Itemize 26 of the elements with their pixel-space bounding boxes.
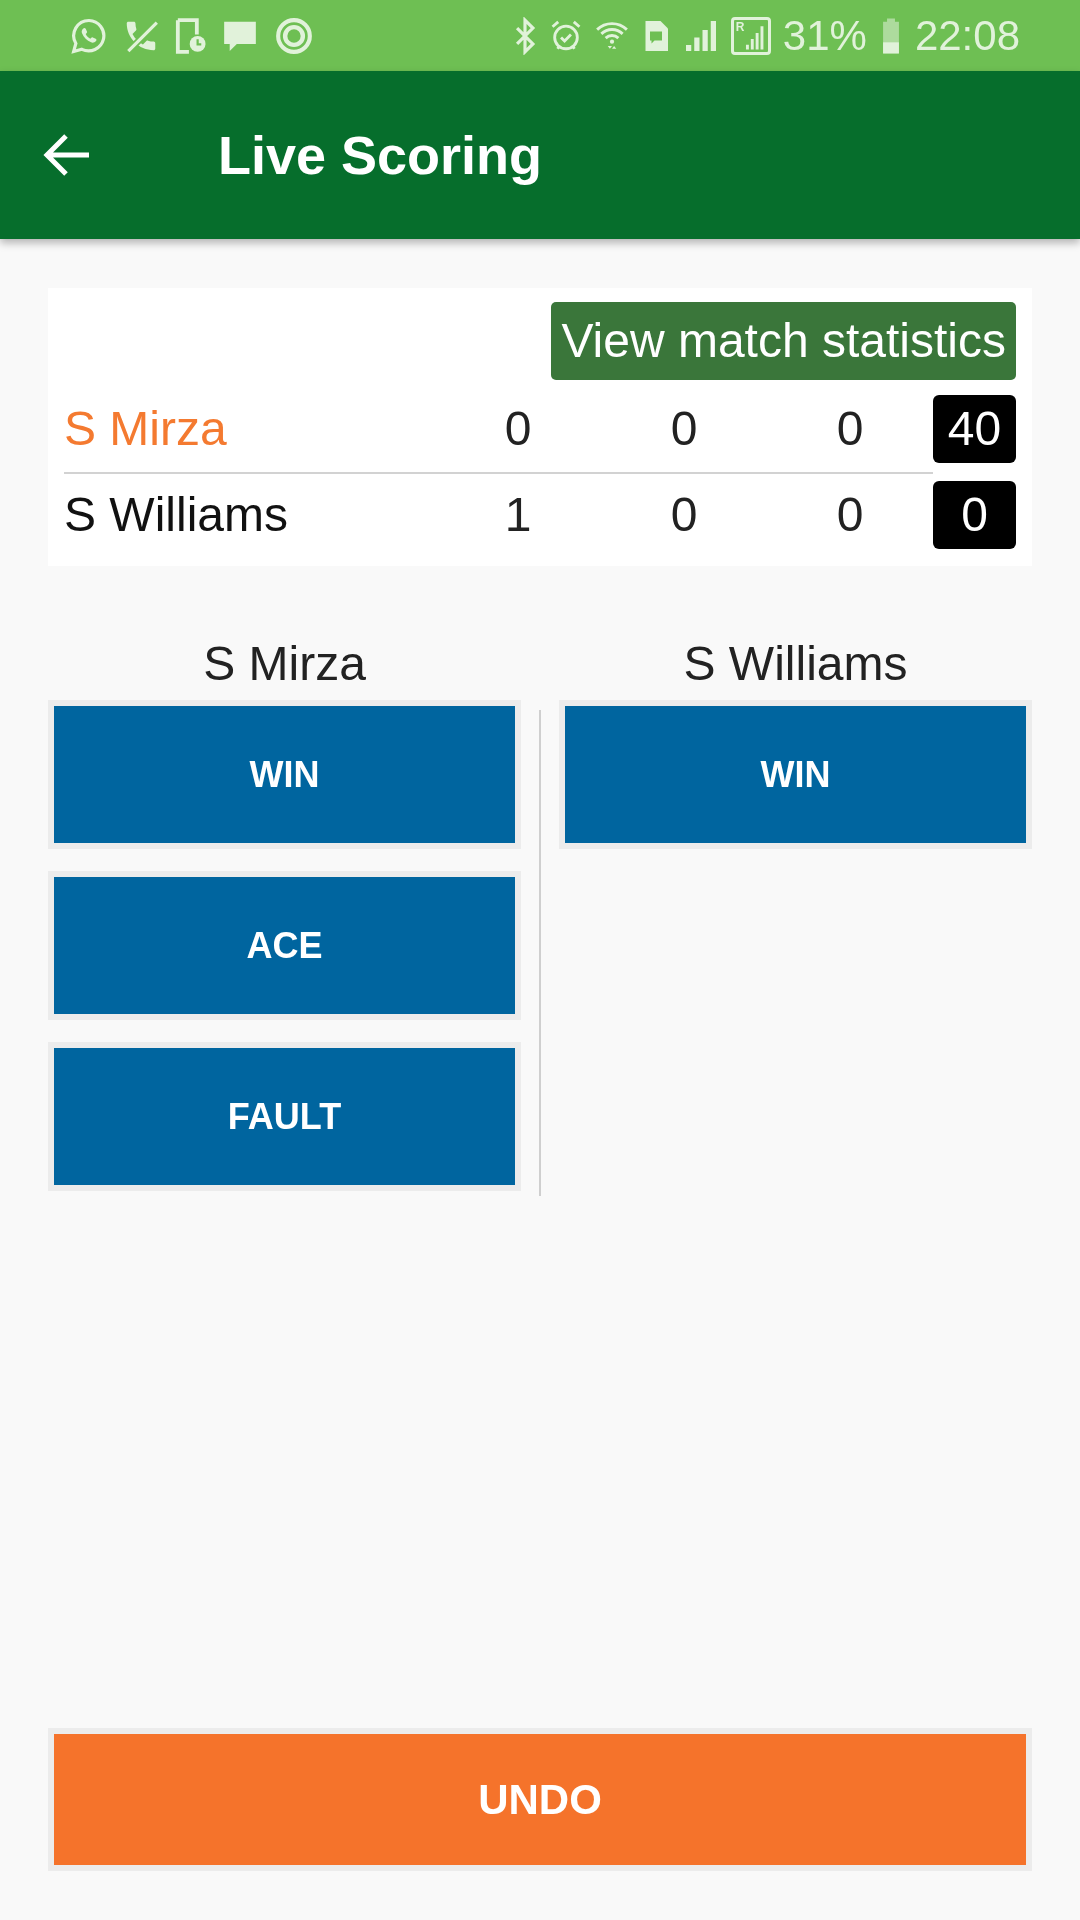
player-name: S Mirza (64, 401, 227, 457)
clock-time: 22:08 (914, 14, 1020, 57)
set-score: 0 (836, 401, 864, 457)
battery-percent: 31% (782, 14, 867, 57)
back-arrow-icon[interactable] (43, 133, 91, 177)
score-action-button[interactable]: FAULT (48, 1042, 521, 1191)
point-score: 40 (933, 395, 1016, 463)
phone-chat-icon (70, 16, 108, 55)
screen-title: Live Scoring (218, 123, 543, 187)
player-heading: S Mirza (203, 636, 366, 692)
set-score: 0 (836, 487, 864, 543)
score-action-button[interactable]: WIN (48, 700, 521, 849)
point-score: 0 (933, 481, 1016, 549)
player-name: S Williams (64, 487, 288, 543)
set-score: 1 (504, 487, 532, 543)
view-statistics-button[interactable]: View match statistics (551, 302, 1016, 380)
score-action-button[interactable]: WIN (559, 700, 1032, 849)
player-heading: S Williams (683, 636, 908, 692)
score-action-button[interactable]: ACE (48, 871, 521, 1020)
set-score: 0 (670, 401, 698, 457)
signal-bars-icon (744, 23, 766, 50)
set-score: 0 (504, 401, 532, 457)
roaming-letter: R (735, 20, 745, 33)
set-score: 0 (670, 487, 698, 543)
ring-icon (273, 16, 315, 55)
tablet-clock-icon (174, 16, 207, 55)
